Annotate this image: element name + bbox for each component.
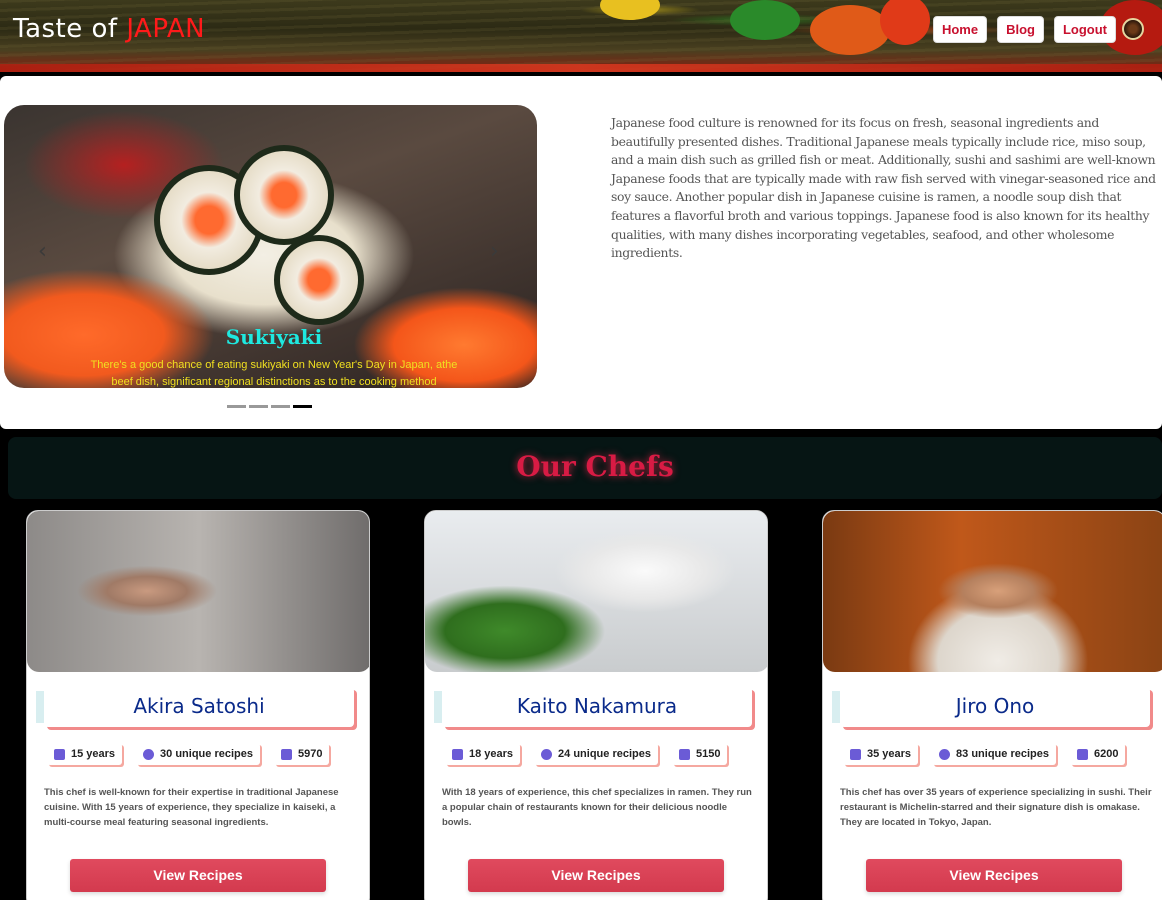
carousel-indicator[interactable] xyxy=(271,405,290,408)
chef-photo xyxy=(27,511,369,672)
slide-title: Sukiyaki xyxy=(225,325,323,349)
thumbs-up-icon xyxy=(280,748,292,760)
food-carousel: ‹ › Sukiyaki There's a good chance of ea… xyxy=(4,105,537,388)
briefcase-icon xyxy=(850,748,861,760)
chef-card: Kaito Nakamura 18 years 24 unique recipe… xyxy=(424,510,768,900)
chef-name: Jiro Ono xyxy=(840,687,1150,727)
sushi-roll-image xyxy=(234,145,334,245)
briefcase-icon xyxy=(452,748,463,760)
chef-stats: 35 years 83 unique recipes 6200 xyxy=(843,743,1126,765)
site-header: Taste of JAPAN Home Blog Logout xyxy=(0,0,1162,72)
recipes-value: 30 unique recipes xyxy=(160,748,253,760)
chef-photo xyxy=(425,511,767,672)
cookie-icon xyxy=(939,748,951,760)
experience-value: 35 years xyxy=(867,748,912,760)
decorative-vegetable xyxy=(810,5,890,55)
experience-value: 15 years xyxy=(71,748,116,760)
chef-stats: 15 years 30 unique recipes 5970 xyxy=(47,743,330,765)
thumbs-up-icon xyxy=(678,748,690,760)
recipes-stat: 83 unique recipes xyxy=(932,743,1056,765)
brand-accent: JAPAN xyxy=(126,14,206,44)
experience-stat: 35 years xyxy=(843,743,919,765)
nav-home-button[interactable]: Home xyxy=(932,16,988,43)
carousel-indicators xyxy=(227,405,312,408)
experience-value: 18 years xyxy=(469,748,514,760)
carousel-prev-button[interactable]: ‹ xyxy=(38,239,47,264)
experience-stat: 18 years xyxy=(445,743,521,765)
hero-section: ‹ › Sukiyaki There's a good chance of ea… xyxy=(0,76,1162,429)
carousel-indicator-active[interactable] xyxy=(293,405,312,408)
site-brand[interactable]: Taste of JAPAN xyxy=(13,14,205,44)
main-nav: Home Blog Logout xyxy=(932,16,1116,43)
decorative-vegetable xyxy=(730,0,800,40)
chef-card: Akira Satoshi 15 years 30 unique recipes… xyxy=(26,510,370,900)
recipes-value: 24 unique recipes xyxy=(558,748,651,760)
japanese-food-intro: Japanese food culture is renowned for it… xyxy=(611,115,1156,261)
recipes-value: 83 unique recipes xyxy=(956,748,1049,760)
likes-stat[interactable]: 5970 xyxy=(273,743,330,765)
recipes-stat: 30 unique recipes xyxy=(136,743,260,765)
likes-stat[interactable]: 5150 xyxy=(671,743,728,765)
chef-name: Akira Satoshi xyxy=(44,687,354,727)
view-recipes-button[interactable]: View Recipes xyxy=(70,859,326,892)
chefs-section-title: Our Chefs xyxy=(516,450,674,483)
carousel-next-button[interactable]: › xyxy=(490,239,499,264)
chef-card: Jiro Ono 35 years 83 unique recipes 6200… xyxy=(822,510,1162,900)
cookie-icon xyxy=(541,748,553,760)
chef-bio: This chef has over 35 years of experienc… xyxy=(840,787,1152,828)
carousel-indicator[interactable] xyxy=(227,405,246,408)
briefcase-icon xyxy=(54,748,65,760)
chef-bio: With 18 years of experience, this chef s… xyxy=(442,787,752,828)
chef-name: Kaito Nakamura xyxy=(442,687,752,727)
brand-prefix: Taste of xyxy=(13,14,127,44)
view-recipes-button[interactable]: View Recipes xyxy=(866,859,1122,892)
chef-bio: This chef is well-known for their expert… xyxy=(44,787,339,828)
recipes-stat: 24 unique recipes xyxy=(534,743,658,765)
header-accent-line xyxy=(0,64,1162,72)
likes-stat[interactable]: 6200 xyxy=(1069,743,1126,765)
view-recipes-button[interactable]: View Recipes xyxy=(468,859,724,892)
cookie-icon xyxy=(143,748,155,760)
nav-blog-button[interactable]: Blog xyxy=(997,16,1044,43)
experience-stat: 15 years xyxy=(47,743,123,765)
likes-value: 5150 xyxy=(695,748,721,760)
chef-stats: 18 years 24 unique recipes 5150 xyxy=(445,743,728,765)
thumbs-up-icon xyxy=(1076,748,1088,760)
carousel-indicator[interactable] xyxy=(249,405,268,408)
nav-logout-button[interactable]: Logout xyxy=(1053,16,1116,43)
slide-caption: There's a good chance of eating sukiyaki… xyxy=(90,359,458,388)
sushi-roll-image xyxy=(274,235,364,325)
likes-value: 5970 xyxy=(297,748,323,760)
likes-value: 6200 xyxy=(1093,748,1119,760)
user-avatar-icon[interactable] xyxy=(1122,18,1144,40)
chef-photo xyxy=(823,511,1162,672)
